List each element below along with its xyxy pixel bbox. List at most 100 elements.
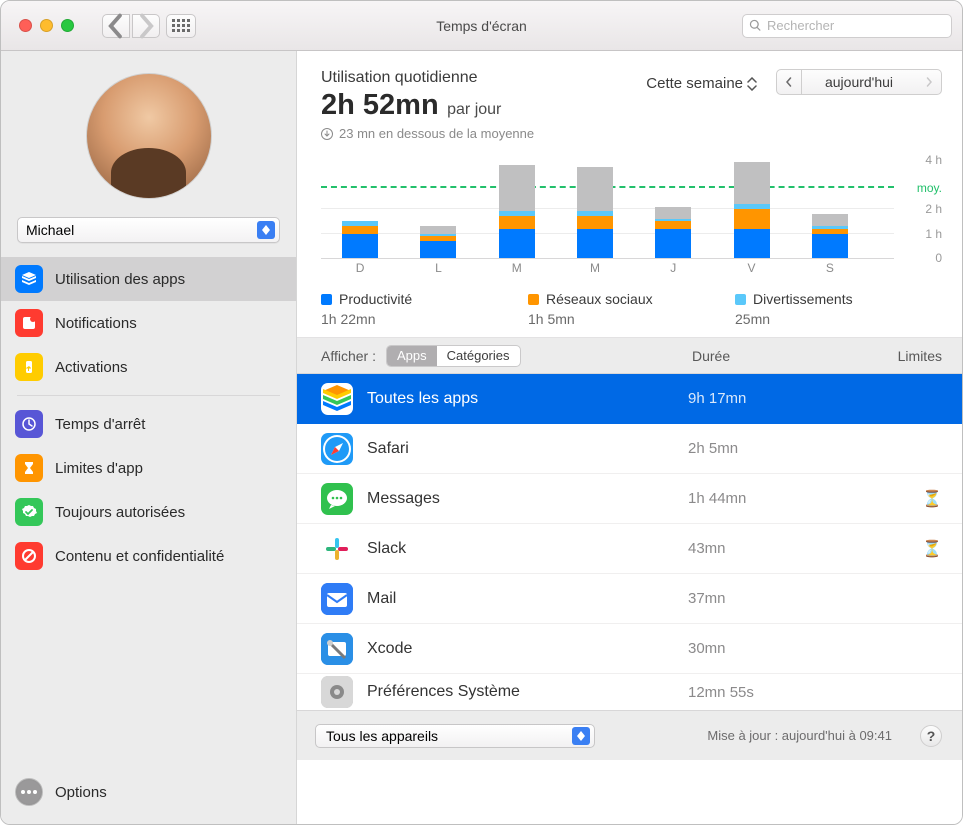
row-app-name: Messages: [367, 490, 440, 508]
date-label-button[interactable]: aujourd'hui: [802, 69, 916, 95]
layers-icon: [321, 383, 353, 415]
chevron-up-down-icon: [572, 727, 590, 745]
user-picker[interactable]: Michael: [17, 217, 280, 243]
row-duration: 12mn 55s: [688, 684, 838, 701]
legend-item-social: Réseaux sociaux 1h 5mn: [528, 291, 735, 327]
view-segmented-control: Apps Catégories: [386, 345, 521, 367]
search-input[interactable]: [767, 18, 945, 33]
legend-item-productivity: Productivité 1h 22mn: [321, 291, 528, 327]
sidebar-item-always-allowed[interactable]: Toujours autorisées: [1, 490, 296, 534]
chart-bar: [499, 165, 535, 258]
main-footer: Tous les appareils Mise à jour : aujourd…: [297, 710, 962, 760]
sidebar-item-label: Toujours autorisées: [55, 504, 185, 521]
swatch-icon: [735, 294, 746, 305]
chart-bar: [342, 221, 378, 258]
sidebar-item-label: Contenu et confidentialité: [55, 548, 224, 565]
column-header-limits[interactable]: Limites: [852, 348, 942, 364]
row-duration: 1h 44mn: [688, 490, 838, 507]
show-label: Afficher :: [321, 348, 376, 364]
sidebar-item-label: Utilisation des apps: [55, 271, 185, 288]
usage-summary: Utilisation quotidienne 2h 52mn par jour…: [297, 51, 962, 338]
row-app-name: Préférences Système: [367, 683, 520, 701]
main-panel: Utilisation quotidienne 2h 52mn par jour…: [297, 51, 962, 824]
row-app-name: Slack: [367, 540, 406, 558]
arrow-down-circle-icon: [321, 128, 333, 140]
minimize-window-button[interactable]: [40, 19, 53, 32]
chart-bar: [420, 226, 456, 258]
table-row[interactable]: Mail 37mn: [297, 574, 962, 624]
sidebar-item-label: Limites d'app: [55, 460, 143, 477]
week-picker[interactable]: Cette semaine: [639, 71, 764, 96]
check-badge-icon: [15, 498, 43, 526]
avatar: [86, 73, 212, 199]
ellipsis-icon: [15, 778, 43, 806]
table-row[interactable]: Toutes les apps9h 17mn: [297, 374, 962, 424]
sidebar-item-downtime[interactable]: Temps d'arrêt: [1, 402, 296, 446]
options-label: Options: [55, 784, 107, 801]
tab-categories[interactable]: Catégories: [437, 346, 520, 366]
slack-icon: [321, 533, 353, 565]
sidebar-item-content-privacy[interactable]: Contenu et confidentialité: [1, 534, 296, 578]
chart-bar: [734, 162, 770, 258]
table-row[interactable]: Xcode30mn: [297, 624, 962, 674]
user-name: Michael: [26, 222, 74, 238]
chart-bar: [655, 207, 691, 258]
chart-bar: [812, 214, 848, 258]
row-duration: 2h 5mn: [688, 440, 838, 457]
sidebar-item-options[interactable]: Options: [1, 778, 296, 824]
table-row[interactable]: Préférences Système 12mn 55s: [297, 674, 962, 710]
grid-icon: [172, 19, 190, 32]
usage-title: Utilisation quotidienne: [321, 69, 639, 87]
usage-unit: par jour: [447, 101, 501, 118]
show-all-prefs-button[interactable]: [166, 14, 196, 38]
legend-item-entertainment: Divertissements 25mn: [735, 291, 942, 327]
sidebar-item-app-usage[interactable]: Utilisation des apps: [1, 257, 296, 301]
swatch-icon: [321, 294, 332, 305]
sidebar-item-notifications[interactable]: Notifications: [1, 301, 296, 345]
search-field[interactable]: [742, 14, 952, 38]
chevron-left-icon: [103, 13, 129, 39]
sidebar-item-app-limits[interactable]: Limites d'app: [1, 446, 296, 490]
hourglass-icon: ⏳: [922, 491, 942, 508]
table-row[interactable]: Slack43mn⏳: [297, 524, 962, 574]
sidebar-item-pickups[interactable]: Activations: [1, 345, 296, 389]
titlebar: Temps d'écran: [1, 1, 962, 51]
chevron-up-down-icon: [257, 221, 275, 239]
chevron-up-down-icon: [747, 77, 757, 91]
date-navigator: aujourd'hui: [776, 69, 942, 95]
sidebar-item-label: Notifications: [55, 315, 137, 332]
pickups-icon: [15, 353, 43, 381]
prefs-icon: [321, 676, 353, 708]
back-button[interactable]: [102, 14, 130, 38]
row-app-name: Mail: [367, 590, 396, 608]
window-controls: [19, 19, 74, 32]
safari-icon: [321, 433, 353, 465]
prev-day-button[interactable]: [776, 69, 802, 95]
row-duration: 9h 17mn: [688, 390, 838, 407]
hourglass-icon: ⏳: [922, 541, 942, 558]
usage-value: 2h 52mn: [321, 89, 439, 121]
column-header-duration[interactable]: Durée: [692, 348, 842, 364]
next-day-button[interactable]: [916, 69, 942, 95]
sidebar: Michael Utilisation des apps: [1, 51, 297, 824]
forward-button[interactable]: [132, 14, 160, 38]
table-row[interactable]: Messages 1h 44mn ⏳: [297, 474, 962, 524]
nosign-icon: [15, 542, 43, 570]
help-button[interactable]: ?: [920, 725, 942, 747]
row-duration: 37mn: [688, 590, 838, 607]
nav-back-forward: [102, 14, 160, 38]
close-window-button[interactable]: [19, 19, 32, 32]
week-label: Cette semaine: [646, 75, 743, 92]
row-duration: 30mn: [688, 640, 838, 657]
row-app-name: Safari: [367, 440, 409, 458]
search-icon: [749, 19, 762, 32]
tab-apps[interactable]: Apps: [387, 346, 437, 366]
usage-chart: 01 h2 h4 hmoy. DLMMJVS: [321, 161, 942, 281]
device-picker[interactable]: Tous les appareils: [315, 724, 595, 748]
zoom-window-button[interactable]: [61, 19, 74, 32]
chart-bar: [577, 167, 613, 258]
table-row[interactable]: Safari 2h 5mn: [297, 424, 962, 474]
table-header-bar: Afficher : Apps Catégories Durée Limites: [297, 338, 962, 374]
layers-icon: [15, 265, 43, 293]
sidebar-item-label: Activations: [55, 359, 128, 376]
